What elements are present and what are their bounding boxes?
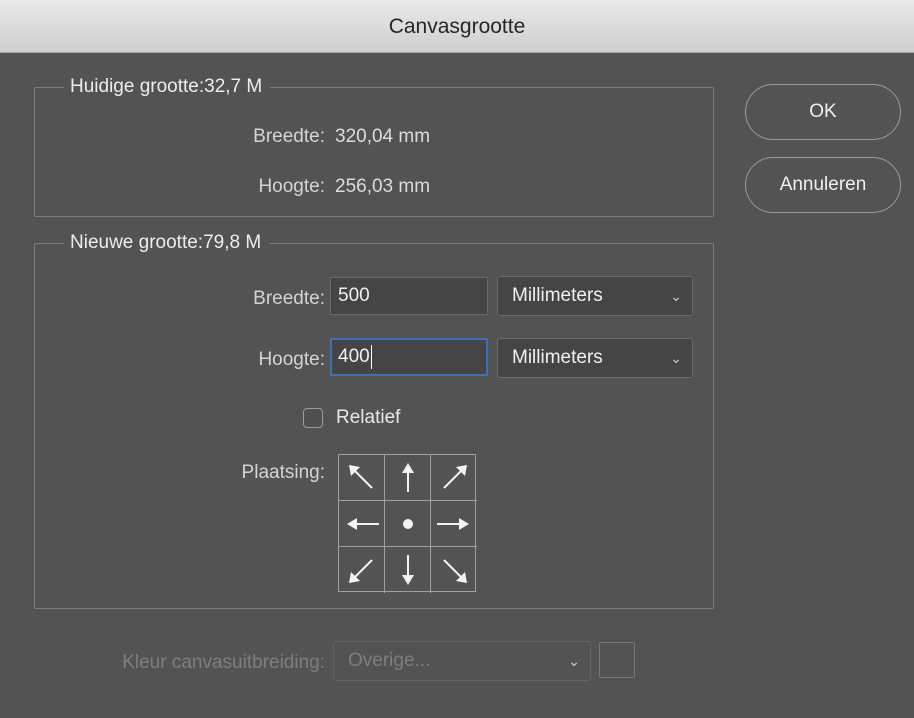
width-input[interactable]: 500: [330, 277, 488, 315]
anchor-top-left[interactable]: [339, 455, 385, 501]
width-unit-value: Millimeters: [512, 285, 603, 306]
arrow-up-left-icon: [349, 465, 373, 489]
extension-color-select[interactable]: Overige... ⌄: [333, 641, 591, 681]
relative-checkbox[interactable]: [303, 408, 323, 428]
anchor-center[interactable]: [385, 501, 431, 547]
current-width-label: Breedte:: [253, 126, 325, 147]
height-input[interactable]: 400: [330, 338, 488, 376]
window-title: Canvasgrootte: [0, 0, 914, 53]
relative-label[interactable]: Relatief: [336, 407, 400, 429]
height-input-value: 400: [338, 346, 370, 367]
width-input-value: 500: [338, 285, 370, 306]
anchor-left[interactable]: [339, 501, 385, 547]
chevron-down-icon: ⌄: [568, 653, 580, 669]
chevron-down-icon: ⌄: [670, 350, 682, 366]
current-size-legend: Huidige grootte:32,7 M: [64, 76, 271, 98]
arrow-down-left-icon: [349, 559, 373, 583]
arrow-left-icon: [347, 518, 379, 530]
anchor-label: Plaatsing:: [241, 462, 325, 483]
chevron-down-icon: ⌄: [670, 288, 682, 304]
new-height-label: Hoogte:: [258, 349, 325, 370]
cancel-button[interactable]: Annuleren: [745, 157, 901, 213]
anchor-dot-icon: [403, 519, 413, 529]
anchor-bottom[interactable]: [385, 547, 431, 593]
current-height-label: Hoogte:: [258, 176, 325, 197]
current-width-value: 320,04 mm: [335, 126, 431, 147]
arrow-right-icon: [437, 518, 469, 530]
text-caret: [370, 344, 372, 369]
arrow-down-right-icon: [443, 559, 467, 583]
new-width-label: Breedte:: [253, 288, 325, 309]
ok-button[interactable]: OK: [745, 84, 901, 140]
height-unit-value: Millimeters: [512, 347, 603, 368]
extension-color-label: Kleur canvasuitbreiding:: [122, 652, 325, 673]
new-size-legend: Nieuwe grootte:79,8 M: [64, 232, 270, 254]
anchor-grid: [338, 454, 477, 593]
current-height-value: 256,03 mm: [335, 176, 431, 197]
arrow-down-icon: [402, 555, 414, 585]
width-unit-select[interactable]: Millimeters ⌄: [497, 276, 693, 316]
arrow-up-icon: [402, 463, 414, 492]
anchor-right[interactable]: [431, 501, 477, 547]
anchor-top[interactable]: [385, 455, 431, 501]
anchor-bottom-right[interactable]: [431, 547, 477, 593]
anchor-bottom-left[interactable]: [339, 547, 385, 593]
height-unit-select[interactable]: Millimeters ⌄: [497, 338, 693, 378]
extension-color-swatch[interactable]: [599, 642, 635, 678]
arrow-up-right-icon: [443, 465, 467, 489]
extension-color-value: Overige...: [348, 650, 431, 671]
anchor-top-right[interactable]: [431, 455, 477, 501]
